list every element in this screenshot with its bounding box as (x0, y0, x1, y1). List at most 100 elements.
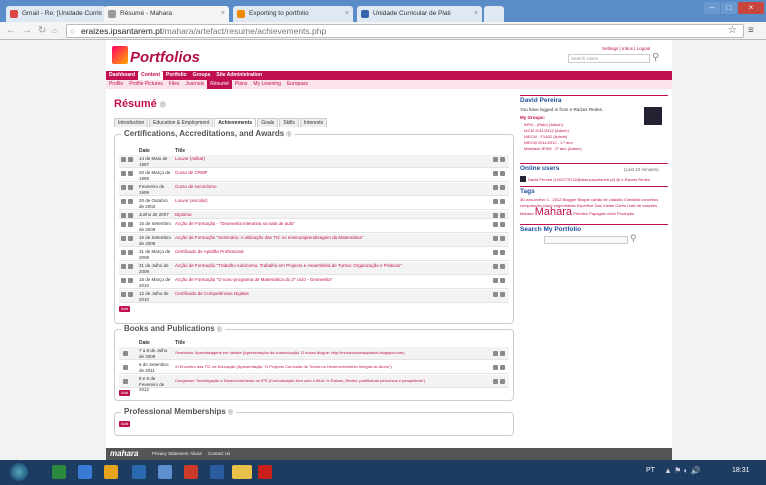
tab-interests[interactable]: Interests (299, 118, 328, 127)
move-icon[interactable] (121, 157, 126, 162)
row-title[interactable]: Curso de socorrismo (175, 184, 217, 190)
group-link[interactable]: Mestrado IESM - 2º ano (Admin) (524, 146, 582, 151)
tab-unidade[interactable]: Unidade Curricular de Plati × (357, 6, 482, 22)
tag-link[interactable]: Mahara (520, 211, 534, 216)
tag-link[interactable]: Petróleo (573, 211, 588, 216)
delete-icon[interactable] (500, 199, 505, 204)
group-link[interactable]: NIECM - F1A02 (Admin) (524, 134, 567, 139)
delete-icon[interactable] (500, 250, 505, 255)
row-title[interactable]: Diploma (175, 212, 192, 218)
tag-link[interactable]: cartão de cidadão (591, 197, 623, 202)
subnav-plans[interactable]: Plans (232, 80, 251, 89)
tag-link[interactable]: Papagaio (589, 211, 606, 216)
move-icon[interactable] (128, 278, 133, 283)
nav-dashboard[interactable]: Dashboard (106, 71, 138, 80)
move-icon[interactable] (123, 351, 128, 356)
search-users-input[interactable]: Search Users (568, 54, 650, 63)
tray-icons[interactable]: ▲ ⚑ ◐ 🔊 (664, 466, 701, 475)
portfolio-search-input[interactable] (544, 236, 628, 244)
nav-portfolio[interactable]: Portfolio (163, 71, 190, 80)
move-icon[interactable] (121, 213, 126, 218)
subnav-resume[interactable]: Résumé (207, 80, 232, 89)
row-title[interactable]: XI Encontro das TIC na Educação (Apresen… (175, 364, 392, 370)
tag-link[interactable]: Expertise (577, 203, 594, 208)
edit-icon[interactable] (493, 351, 498, 356)
add-certification-button[interactable]: Add (119, 306, 130, 312)
row-title[interactable]: Louvor (escolar) (175, 198, 208, 204)
move-icon[interactable] (128, 264, 133, 269)
tab-goals[interactable]: Goals (257, 118, 279, 127)
move-icon[interactable] (121, 264, 126, 269)
contact-link[interactable]: Contact Us (208, 448, 230, 460)
online-user-link[interactable]: David Pereira (1003779742@alas.ipsantare… (528, 177, 650, 182)
search-icon[interactable]: ⚲ (652, 52, 659, 63)
help-icon[interactable]: ⓪ (160, 103, 166, 109)
nav-site-administration[interactable]: Site Administration (213, 71, 265, 80)
move-icon[interactable] (123, 379, 128, 384)
sidebar-username[interactable]: David Pereira (520, 97, 562, 104)
edit-icon[interactable] (493, 292, 498, 297)
back-icon[interactable]: ← (6, 25, 16, 37)
row-title[interactable]: Acção de Formação "Trabalho Autónomo, Tr… (175, 263, 402, 269)
tab-gmail[interactable]: Gmail - Re: [Unidade Curric × (6, 6, 106, 22)
reload-icon[interactable]: ↻ (38, 25, 46, 37)
edit-icon[interactable] (493, 250, 498, 255)
row-title[interactable]: Seminário: Aprendizagens em debate (Apre… (175, 350, 405, 356)
add-book-button[interactable]: Add (119, 390, 130, 396)
settings-link[interactable]: Settings (602, 46, 618, 51)
logout-link[interactable]: Logout (637, 46, 651, 51)
row-title[interactable]: Louvor (militar) (175, 156, 205, 162)
start-button-icon[interactable] (10, 463, 28, 481)
move-icon[interactable] (128, 236, 133, 241)
home-icon[interactable]: ⌂ (52, 25, 57, 37)
chrome-icon[interactable] (232, 465, 252, 479)
tag-link[interactable]: Lista de (627, 203, 641, 208)
pdf-icon[interactable] (258, 465, 272, 479)
edit-icon[interactable] (493, 185, 498, 190)
edit-icon[interactable] (493, 213, 498, 218)
ie-icon[interactable] (132, 465, 146, 479)
delete-icon[interactable] (500, 264, 505, 269)
help-icon[interactable]: ⓪ (286, 132, 291, 138)
row-title[interactable]: Congresso "Investigação e Desenvolviment… (175, 378, 425, 384)
tag-link[interactable]: 3D (520, 197, 525, 202)
move-icon[interactable] (128, 171, 133, 176)
row-title[interactable]: Acção de Formação "O novo programa de Ma… (175, 277, 332, 283)
move-icon[interactable] (121, 171, 126, 176)
tag-link[interactable]: Checklist (624, 197, 640, 202)
move-icon[interactable] (121, 278, 126, 283)
edit-icon[interactable] (493, 222, 498, 227)
delete-icon[interactable] (500, 351, 505, 356)
move-icon[interactable] (121, 199, 126, 204)
language-indicator[interactable]: PT (646, 467, 655, 474)
help-icon[interactable]: ⓪ (228, 410, 233, 416)
edit-icon[interactable] (493, 379, 498, 384)
tag-link-large[interactable]: Mahara (535, 206, 572, 218)
delete-icon[interactable] (500, 185, 505, 190)
move-icon[interactable] (128, 157, 133, 162)
move-icon[interactable] (128, 222, 133, 227)
app-icon[interactable] (52, 465, 66, 479)
inbox-link[interactable]: Inbox (622, 46, 633, 51)
subnav-profile[interactable]: Profile (106, 80, 126, 89)
tag-link[interactable]: ano-lectivo 1 - 2012 (526, 197, 561, 202)
subnav-my-learning[interactable]: My Learning (250, 80, 284, 89)
tag-link[interactable]: ovações (642, 203, 657, 208)
tab-achievements[interactable]: Achievements (214, 118, 257, 127)
tag-link[interactable]: Das Várias Cores (595, 203, 626, 208)
close-icon[interactable]: × (474, 6, 478, 22)
tag-link[interactable]: Produção (617, 211, 634, 216)
search-icon[interactable]: ⚲ (630, 233, 637, 244)
group-link[interactable]: APIU - (Raiu) (Admin) (524, 122, 563, 127)
tab-introduction[interactable]: Introduction (114, 118, 149, 127)
help-icon[interactable]: ⓪ (217, 327, 222, 333)
delete-icon[interactable] (500, 365, 505, 370)
privacy-link[interactable]: Privacy Statement (152, 448, 189, 460)
folder-icon[interactable] (104, 465, 118, 479)
edit-icon[interactable] (493, 171, 498, 176)
close-icon[interactable]: × (98, 6, 102, 22)
edit-icon[interactable] (493, 157, 498, 162)
delete-icon[interactable] (500, 157, 505, 162)
move-icon[interactable] (128, 199, 133, 204)
new-tab-button[interactable] (484, 6, 504, 22)
